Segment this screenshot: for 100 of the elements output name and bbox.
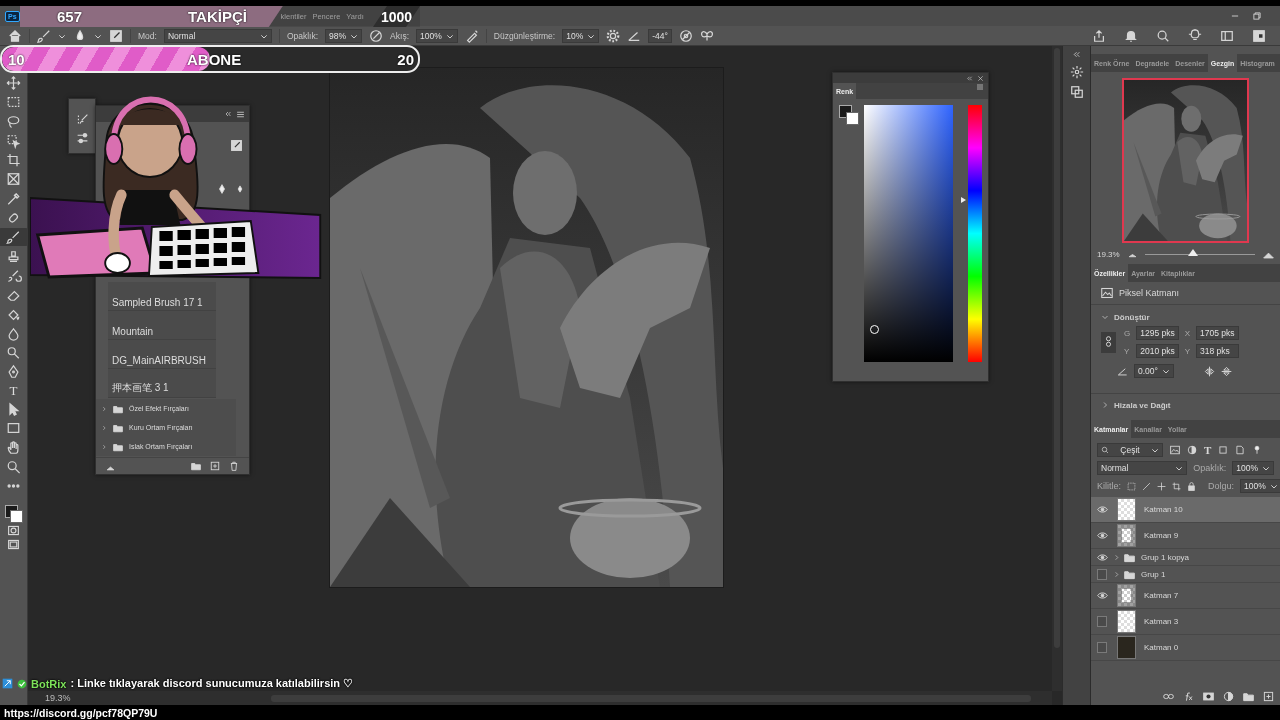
type-filter[interactable]: T (1204, 444, 1212, 456)
angle-field[interactable]: -44° (648, 28, 672, 43)
collapse-icon[interactable] (966, 74, 973, 82)
butterfly-icon[interactable] (699, 28, 714, 43)
search-icon[interactable] (1156, 28, 1170, 43)
brush-tip-icon[interactable] (235, 182, 245, 196)
color-swatch[interactable] (4, 504, 23, 523)
section-header[interactable]: Dönüştür (1101, 312, 1150, 322)
trash-icon[interactable] (229, 461, 239, 471)
hue-marker[interactable] (961, 197, 966, 204)
flip-horizontal-icon[interactable] (1203, 365, 1215, 377)
quick-mask-icon[interactable] (7, 523, 20, 537)
workspace-icon[interactable] (1220, 28, 1234, 43)
shape-icon[interactable] (1218, 445, 1229, 455)
opacity-field[interactable]: 98% (325, 28, 363, 43)
fx-icon[interactable] (1183, 691, 1194, 702)
color-field[interactable] (864, 105, 953, 362)
collapse-icon[interactable] (1072, 50, 1081, 59)
layers-icon[interactable] (1069, 85, 1084, 99)
brush-preset[interactable]: 押本画笔 3 1 (108, 369, 216, 398)
image-icon[interactable] (1170, 445, 1180, 455)
sliders-icon[interactable] (75, 132, 89, 145)
new-layer-icon[interactable] (1263, 691, 1274, 702)
smoothing-field[interactable]: 10% (562, 28, 600, 43)
brush-icon[interactable] (0, 228, 28, 247)
transform-field[interactable]: 318 pks (1196, 344, 1239, 358)
caret-icon[interactable] (1151, 446, 1159, 454)
search-icon[interactable] (1101, 446, 1109, 454)
cube-icon[interactable] (1252, 28, 1266, 43)
layer-row[interactable]: Katman 10 (1091, 497, 1280, 523)
flip-vertical-icon[interactable] (1220, 365, 1232, 377)
chevron-icon[interactable] (101, 443, 107, 450)
brush-icon[interactable] (37, 28, 51, 43)
caret-icon[interactable] (1161, 367, 1170, 375)
visibility-toggle[interactable] (1097, 616, 1107, 627)
link-icon[interactable] (1103, 334, 1114, 348)
opacity-field[interactable]: 100% (1232, 461, 1274, 475)
brush-preset[interactable]: Sampled Brush 17 1 (108, 282, 216, 311)
gear-icon[interactable] (606, 28, 621, 43)
eye-icon[interactable] (1096, 530, 1108, 541)
folder-icon[interactable] (191, 461, 201, 471)
layer-row[interactable]: Grup 1 kopya (1091, 549, 1280, 566)
eye-icon[interactable] (1096, 590, 1108, 601)
slider-thumb[interactable] (1188, 248, 1199, 256)
layer-row[interactable]: Katman 0 (1091, 635, 1280, 661)
smart-object-icon[interactable] (1235, 445, 1246, 455)
fill-field[interactable]: 100% (1240, 479, 1280, 493)
layer-row[interactable]: Katman 3 (1091, 609, 1280, 635)
pressure-icon[interactable] (369, 28, 384, 43)
airbrush-icon[interactable] (464, 28, 479, 43)
caret-icon[interactable] (1262, 464, 1270, 472)
chat-link[interactable]: https://discord.gg/pcf78QP79U (4, 706, 158, 719)
visibility-toggle[interactable] (1097, 568, 1107, 580)
section-header[interactable]: Hizala ve Dağıt (1101, 400, 1171, 410)
pressure-size-icon[interactable] (678, 28, 693, 43)
panel-menu-icon[interactable] (236, 109, 245, 119)
mask-icon[interactable] (1203, 691, 1214, 702)
brush-settings-icon[interactable] (230, 139, 243, 152)
folder-icon[interactable] (1243, 691, 1254, 702)
bell-icon[interactable] (1124, 28, 1138, 43)
transform-field[interactable]: 1295 pks (1136, 326, 1179, 340)
home-icon[interactable] (8, 28, 22, 43)
adjustment-icon[interactable] (1223, 691, 1234, 702)
move-icon[interactable] (1157, 481, 1166, 491)
eye-icon[interactable] (1096, 504, 1108, 515)
new-preset-icon[interactable] (210, 461, 220, 471)
brush-settings-icon[interactable] (109, 28, 123, 43)
layer-row[interactable]: Grup 1 (1091, 566, 1280, 583)
angle-field[interactable]: 0.00° (1134, 364, 1174, 378)
adjustment-icon[interactable] (1187, 445, 1197, 455)
crop-icon[interactable] (1172, 481, 1181, 491)
layer-row[interactable]: Katman 7 (1091, 583, 1280, 609)
chat-username[interactable]: BotRix (31, 677, 67, 690)
brush-preset[interactable]: Mountain (108, 311, 216, 340)
brush-preset[interactable]: DG_MainAIRBRUSH (108, 340, 216, 369)
brush-tip-icon[interactable] (217, 182, 227, 196)
sparkle-icon[interactable] (1069, 65, 1084, 79)
share-icon[interactable] (1092, 28, 1106, 43)
filter-dropdown[interactable]: Çeşit (1097, 443, 1163, 457)
brush-presets-icon[interactable] (75, 113, 89, 126)
mode-dropdown[interactable]: Normal (163, 28, 272, 43)
layer-row[interactable]: Katman 9 (1091, 523, 1280, 549)
eye-icon[interactable] (1096, 551, 1108, 563)
transform-field[interactable]: 1705 pks (1196, 326, 1239, 340)
flow-field[interactable]: 100% (416, 28, 458, 43)
type-tool[interactable]: T (2, 382, 25, 399)
link-icon[interactable] (1163, 691, 1174, 702)
color-swatch[interactable] (839, 105, 859, 125)
brush-icon[interactable] (1142, 481, 1151, 491)
transform-field[interactable]: 2010 pks (1136, 344, 1179, 358)
caret-icon[interactable] (1269, 482, 1278, 490)
close-icon[interactable] (977, 74, 984, 82)
blend-dropdown[interactable]: Normal (1097, 461, 1188, 475)
screen-mode-icon[interactable] (7, 538, 20, 552)
lock-icon[interactable] (1187, 481, 1196, 491)
collapse-icon[interactable] (224, 110, 232, 118)
chevron-icon[interactable] (101, 424, 107, 431)
lightbulb-icon[interactable] (1188, 28, 1202, 43)
chevron-icon[interactable] (101, 405, 107, 412)
restore-icon[interactable] (1252, 11, 1262, 21)
